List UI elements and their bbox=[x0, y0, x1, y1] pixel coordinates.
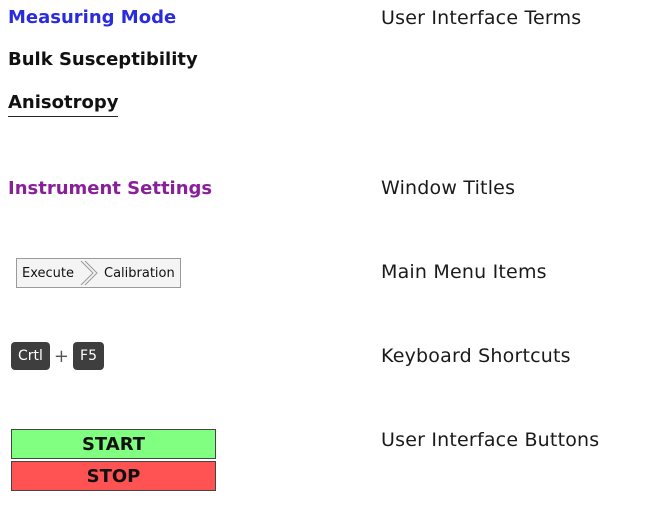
start-button[interactable]: START bbox=[11, 429, 216, 459]
menu-path: Execute Calibration bbox=[16, 258, 181, 288]
instrument-settings-title: Instrument Settings bbox=[8, 178, 213, 199]
main-menu-items-label: Main Menu Items bbox=[381, 261, 547, 283]
chevron-right-icon bbox=[79, 259, 99, 287]
user-interface-terms-label: User Interface Terms bbox=[381, 7, 582, 29]
plus-sign: + bbox=[53, 345, 70, 367]
key-ctrl: Crtl bbox=[11, 342, 50, 370]
keyboard-shortcuts-label: Keyboard Shortcuts bbox=[381, 345, 571, 367]
anisotropy-option[interactable]: Anisotropy bbox=[8, 92, 119, 117]
stop-button[interactable]: STOP bbox=[11, 461, 216, 491]
menu-item-execute[interactable]: Execute bbox=[17, 259, 79, 287]
key-f5: F5 bbox=[73, 342, 104, 370]
bulk-susceptibility-option[interactable]: Bulk Susceptibility bbox=[8, 49, 198, 70]
window-titles-label: Window Titles bbox=[381, 177, 516, 199]
menu-item-calibration[interactable]: Calibration bbox=[99, 259, 180, 287]
keyboard-shortcut: Crtl + F5 bbox=[11, 342, 104, 370]
user-interface-buttons-label: User Interface Buttons bbox=[381, 429, 600, 451]
measuring-mode-title: Measuring Mode bbox=[8, 7, 177, 28]
